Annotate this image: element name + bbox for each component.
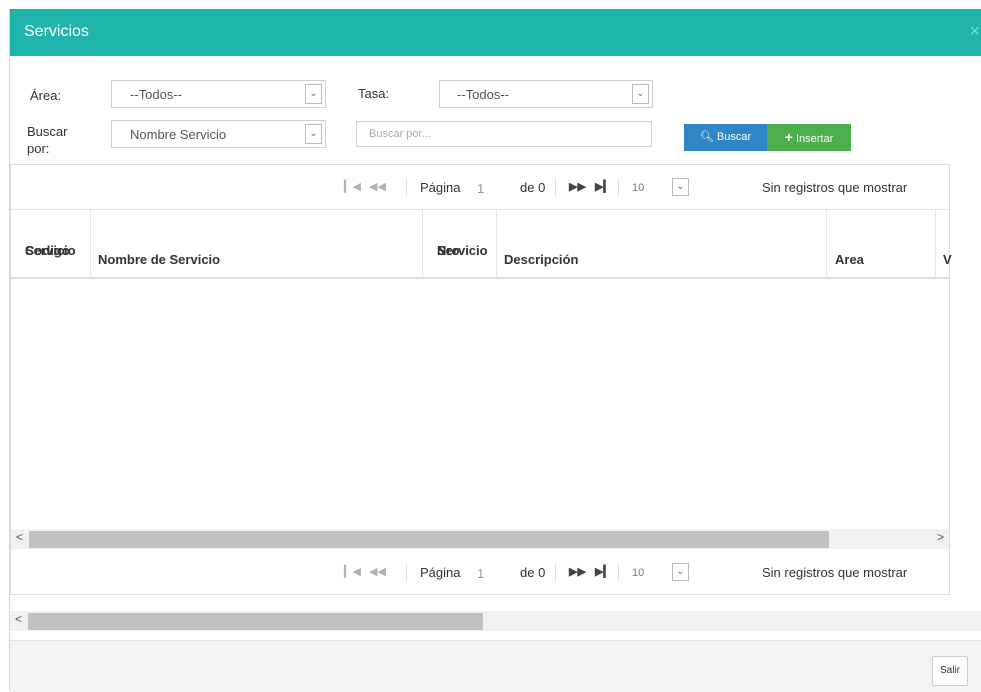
table-header: Codigo Servicio Nombre de Servicio Nro Ser… (11, 209, 952, 279)
page-input[interactable]: 1 (477, 181, 484, 196)
column-truncated[interactable]: V (936, 210, 952, 278)
chevron-down-icon: ⌄ (632, 84, 649, 104)
pager-status: Sin registros que mostrar (762, 180, 908, 195)
pager-separator (618, 564, 619, 581)
last-page-icon[interactable]: ▶▎ (595, 565, 612, 578)
column-descripcion[interactable]: Descripción (497, 210, 827, 278)
column-codigo-servicio[interactable]: Codigo Servicio (11, 210, 91, 278)
page-size-value[interactable]: 10 (632, 567, 644, 579)
page-input[interactable]: 1 (477, 566, 484, 581)
insertar-button[interactable]: + Insertar (767, 124, 851, 151)
pager-separator (618, 179, 619, 196)
page-label: Página (420, 565, 461, 580)
modal-header: Servicios × (10, 9, 981, 56)
scroll-left-icon[interactable]: < (15, 612, 22, 626)
column-nombre-servicio[interactable]: Nombre de Servicio (91, 210, 423, 278)
pager-status: Sin registros que mostrar (762, 565, 908, 580)
grid-horizontal-scrollbar[interactable]: < > (11, 529, 949, 549)
page-size-value[interactable]: 10 (632, 182, 644, 194)
chevron-down-icon: ⌄ (305, 124, 322, 144)
tasa-select-value: --Todos-- (457, 87, 510, 102)
buscar-label-line2: por: (27, 141, 50, 156)
bottom-pager: ▎◀ ◀◀ Página 1 de 0 ▶▶ ▶▎ 10 ⌄ Sin regis… (11, 550, 951, 590)
prev-page-icon[interactable]: ◀◀ (369, 180, 386, 193)
scrollbar-thumb[interactable] (29, 531, 829, 548)
salir-button[interactable]: Salir (932, 656, 968, 686)
first-page-icon[interactable]: ▎◀ (344, 180, 361, 193)
buscar-label-line1: Buscar (27, 124, 68, 139)
page-label: Página (420, 180, 461, 195)
chevron-down-icon[interactable]: ⌄ (672, 563, 689, 581)
chevron-down-icon[interactable]: ⌄ (672, 178, 689, 196)
area-label: Área: (30, 88, 62, 103)
top-pager: ▎◀ ◀◀ Página 1 de 0 ▶▶ ▶▎ 10 ⌄ Sin regis… (11, 165, 951, 205)
page-count: de 0 (520, 180, 546, 195)
column-nro-servicio[interactable]: Nro Servicio (423, 210, 497, 278)
search-icon: 🔍︎ (699, 131, 714, 143)
pager-separator (406, 179, 407, 196)
close-icon[interactable]: × (969, 21, 980, 42)
tasa-label: Tasa: (358, 86, 390, 101)
scroll-right-icon[interactable]: > (937, 530, 944, 544)
prev-page-icon[interactable]: ◀◀ (369, 565, 386, 578)
buscar-button[interactable]: 🔍︎ Buscar (684, 124, 767, 151)
scrollbar-thumb[interactable] (28, 613, 483, 630)
insertar-button-label: Insertar (795, 133, 834, 145)
plus-icon: + (784, 129, 793, 145)
table-body (11, 279, 949, 529)
buscar-por-value: Nombre Servicio (130, 127, 227, 142)
pager-separator (555, 564, 556, 581)
scroll-left-icon[interactable]: < (16, 530, 23, 544)
buscar-por-select[interactable]: Nombre Servicio ⌄ (111, 120, 326, 148)
pager-separator (555, 179, 556, 196)
last-page-icon[interactable]: ▶▎ (595, 180, 612, 193)
area-select[interactable]: --Todos-- ⌄ (111, 80, 326, 108)
pager-separator (406, 564, 407, 581)
next-page-icon[interactable]: ▶▶ (569, 180, 586, 193)
first-page-icon[interactable]: ▎◀ (344, 565, 361, 578)
column-area[interactable]: Area (827, 210, 936, 278)
servicios-modal: Servicios × Área: --Todos-- ⌄ Tasa: --To… (9, 9, 981, 692)
page-count: de 0 (520, 565, 546, 580)
buscar-button-label: Buscar (716, 131, 752, 143)
modal-title: Servicios (24, 23, 89, 40)
tasa-select[interactable]: --Todos-- ⌄ (439, 80, 653, 108)
search-input-wrapper (356, 121, 652, 147)
modal-footer: Salir (10, 640, 981, 692)
search-input[interactable] (357, 122, 651, 146)
chevron-down-icon: ⌄ (305, 84, 322, 104)
area-select-value: --Todos-- (130, 87, 183, 102)
modal-horizontal-scrollbar[interactable]: < (10, 611, 981, 631)
next-page-icon[interactable]: ▶▶ (569, 565, 586, 578)
servicios-grid: ▎◀ ◀◀ Página 1 de 0 ▶▶ ▶▎ 10 ⌄ Sin regis… (10, 164, 952, 595)
